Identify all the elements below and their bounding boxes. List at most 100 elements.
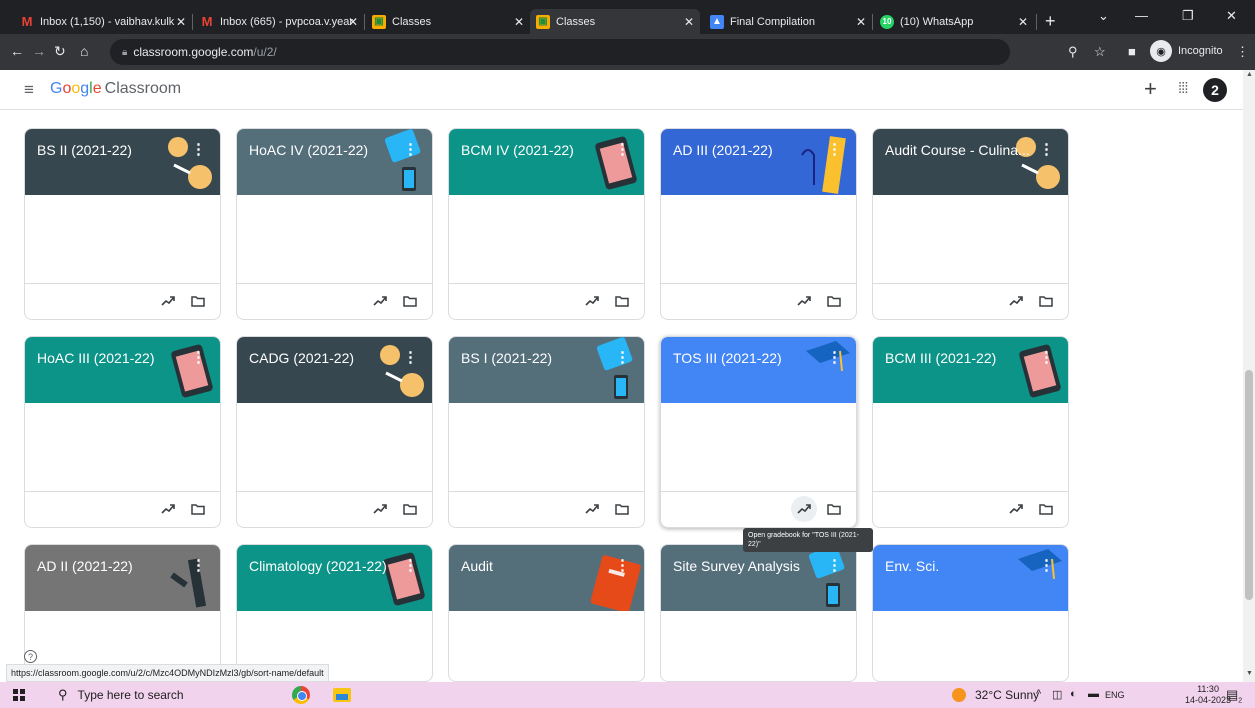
- class-card[interactable]: BCM III (2021-22) ⋮: [872, 336, 1069, 528]
- address-bar[interactable]: 🔒︎ classroom.google.com/u/2/: [110, 39, 1010, 65]
- scroll-up-icon[interactable]: ▲: [1246, 71, 1253, 78]
- class-card-title[interactable]: TOS III (2021-22): [673, 350, 782, 366]
- network-icon[interactable]: ◐: [1070, 688, 1077, 700]
- gradebook-trend-icon[interactable]: [791, 496, 817, 522]
- gradebook-trend-icon[interactable]: [160, 501, 176, 517]
- class-card-title[interactable]: Site Survey Analysis: [673, 558, 800, 574]
- back-arrow-icon[interactable]: ←: [10, 43, 24, 59]
- scroll-down-icon[interactable]: ▼: [1246, 670, 1253, 677]
- weather-text[interactable]: 32°C Sunny: [975, 688, 1039, 702]
- scrollbar-thumb[interactable]: [1245, 370, 1253, 600]
- close-icon[interactable]: ✕: [684, 15, 694, 29]
- class-card-header[interactable]: BCM IV (2021-22) ⋮: [449, 129, 644, 195]
- more-options-icon[interactable]: ⋮: [615, 348, 630, 366]
- side-panel-icon[interactable]: ■: [1128, 44, 1136, 59]
- gradebook-trend-icon[interactable]: [372, 501, 388, 517]
- folder-icon[interactable]: [614, 501, 630, 517]
- more-options-icon[interactable]: ⋮: [403, 140, 418, 158]
- folder-icon[interactable]: [614, 293, 630, 309]
- class-card[interactable]: Audit ⋮: [448, 544, 645, 682]
- class-card-title[interactable]: BCM IV (2021-22): [461, 142, 574, 158]
- browser-tab-active[interactable]: ▣ Classes ✕: [530, 9, 700, 34]
- browser-tab[interactable]: ▣ Classes ✕: [366, 9, 530, 34]
- tab-search-icon[interactable]: ⌄: [1098, 8, 1109, 24]
- close-icon[interactable]: ✕: [176, 15, 186, 29]
- new-tab-button[interactable]: +: [1045, 11, 1056, 32]
- class-card[interactable]: HoAC III (2021-22) ⋮: [24, 336, 221, 528]
- menu-icon[interactable]: ≡: [24, 80, 34, 100]
- more-options-icon[interactable]: ⋮: [191, 140, 206, 158]
- gradebook-trend-icon[interactable]: [584, 501, 600, 517]
- browser-menu-icon[interactable]: ⋮: [1236, 44, 1249, 60]
- weather-icon[interactable]: [952, 688, 966, 702]
- forward-arrow-icon[interactable]: →: [32, 43, 46, 59]
- folder-icon[interactable]: [1038, 501, 1054, 517]
- maximize-button[interactable]: ❐: [1182, 8, 1194, 24]
- class-card-header[interactable]: Climatology (2021-22) ⋮: [237, 545, 432, 611]
- close-icon[interactable]: ✕: [514, 15, 524, 29]
- class-card-title[interactable]: BS II (2021-22): [37, 142, 132, 158]
- help-icon[interactable]: ?: [24, 650, 37, 663]
- folder-icon[interactable]: [826, 501, 842, 517]
- clock[interactable]: 11:30 14-04-2023: [1185, 684, 1231, 706]
- browser-tab[interactable]: M Inbox (665) - pvpcoa.v.year ✕: [194, 9, 364, 34]
- class-card-header[interactable]: BS I (2021-22) ⋮: [449, 337, 644, 403]
- window-close-button[interactable]: ✕: [1226, 8, 1237, 24]
- avatar[interactable]: 2: [1203, 78, 1227, 102]
- class-card-title[interactable]: Env. Sci.: [885, 558, 939, 574]
- browser-tab[interactable]: ▲ Final Compilation ✕: [704, 9, 872, 34]
- zoom-icon[interactable]: ⚲: [1068, 44, 1078, 60]
- more-options-icon[interactable]: ⋮: [827, 348, 842, 366]
- file-explorer-icon[interactable]: [333, 688, 351, 702]
- taskbar-search[interactable]: ⚲ Type here to search: [48, 682, 270, 708]
- class-card-title[interactable]: AD II (2021-22): [37, 558, 133, 574]
- class-card[interactable]: Env. Sci. ⋮: [872, 544, 1069, 682]
- more-options-icon[interactable]: ⋮: [615, 556, 630, 574]
- class-card-header[interactable]: BCM III (2021-22) ⋮: [873, 337, 1068, 403]
- more-options-icon[interactable]: ⋮: [1039, 140, 1054, 158]
- class-card-header[interactable]: Env. Sci. ⋮: [873, 545, 1068, 611]
- folder-icon[interactable]: [1038, 293, 1054, 309]
- class-card[interactable]: Audit Course - Culina... ⋮: [872, 128, 1069, 320]
- more-options-icon[interactable]: ⋮: [615, 140, 630, 158]
- folder-icon[interactable]: [402, 501, 418, 517]
- gradebook-trend-icon[interactable]: [796, 293, 812, 309]
- class-card-header[interactable]: AD II (2021-22) ⋮: [25, 545, 220, 611]
- windows-start-icon[interactable]: [13, 689, 25, 701]
- gradebook-trend-icon[interactable]: [1008, 501, 1024, 517]
- more-options-icon[interactable]: ⋮: [191, 348, 206, 366]
- gradebook-trend-icon[interactable]: [160, 293, 176, 309]
- class-card-title[interactable]: BCM III (2021-22): [885, 350, 996, 366]
- class-card-title[interactable]: HoAC IV (2021-22): [249, 142, 368, 158]
- browser-tab[interactable]: M Inbox (1,150) - vaibhav.kulk ✕: [14, 9, 192, 34]
- more-options-icon[interactable]: ⋮: [403, 556, 418, 574]
- more-options-icon[interactable]: ⋮: [1039, 556, 1054, 574]
- class-card[interactable]: BCM IV (2021-22) ⋮: [448, 128, 645, 320]
- class-card[interactable]: Site Survey Analysis ⋮: [660, 544, 857, 682]
- battery-icon[interactable]: ▬: [1088, 688, 1099, 700]
- create-join-class-button[interactable]: +: [1144, 76, 1157, 102]
- browser-tab[interactable]: 10 (10) WhatsApp ✕: [874, 9, 1034, 34]
- chrome-icon[interactable]: [292, 686, 310, 704]
- class-card-header[interactable]: BS II (2021-22) ⋮: [25, 129, 220, 195]
- language-indicator[interactable]: ENG: [1105, 690, 1125, 700]
- more-options-icon[interactable]: ⋮: [403, 348, 418, 366]
- classroom-logo[interactable]: Google Classroom: [50, 80, 181, 98]
- gradebook-trend-icon[interactable]: [584, 293, 600, 309]
- reload-icon[interactable]: ↻: [54, 43, 66, 60]
- more-options-icon[interactable]: ⋮: [191, 556, 206, 574]
- class-card-title[interactable]: AD III (2021-22): [673, 142, 773, 158]
- bookmark-star-icon[interactable]: ☆: [1094, 44, 1106, 60]
- class-card[interactable]: AD II (2021-22) ⋮: [24, 544, 221, 682]
- class-card-title[interactable]: Climatology (2021-22): [249, 558, 387, 574]
- class-card[interactable]: BS II (2021-22) ⋮: [24, 128, 221, 320]
- folder-icon[interactable]: [402, 293, 418, 309]
- class-card-title[interactable]: CADG (2021-22): [249, 350, 354, 366]
- more-options-icon[interactable]: ⋮: [827, 140, 842, 158]
- class-card-title[interactable]: Audit Course - Culina...: [885, 142, 1030, 158]
- incognito-indicator[interactable]: ◉ Incognito: [1150, 40, 1223, 62]
- class-card-header[interactable]: HoAC IV (2021-22) ⋮: [237, 129, 432, 195]
- notification-icon[interactable]: ▤2: [1226, 687, 1242, 705]
- class-card-header[interactable]: CADG (2021-22) ⋮: [237, 337, 432, 403]
- class-card[interactable]: BS I (2021-22) ⋮: [448, 336, 645, 528]
